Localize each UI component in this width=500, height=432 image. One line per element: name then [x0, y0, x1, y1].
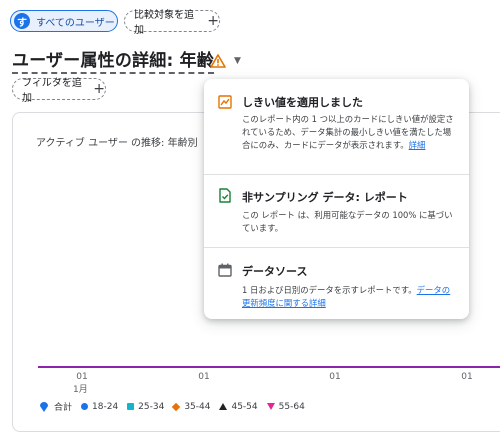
sampling-body: この レポート は、利用可能なデータの 100% に基づいています。	[242, 210, 453, 233]
sampling-heading: 非サンプリング データ: レポート	[242, 191, 408, 204]
divider	[204, 247, 469, 248]
threshold-heading: しきい値を適用しました	[242, 96, 363, 109]
square-marker-icon	[127, 403, 135, 410]
legend-label: 25-34	[138, 401, 165, 412]
series-line	[38, 366, 500, 368]
audience-chip[interactable]: す すべてのユーザー	[10, 10, 118, 32]
legend-label: 55-64	[278, 401, 305, 412]
circle-marker-icon	[81, 403, 89, 410]
audience-chip-label: すべてのユーザー	[36, 17, 115, 29]
add-comparison-button[interactable]: 比較対象を追加 +	[124, 10, 220, 36]
legend-item-35-44[interactable]: 35-44	[172, 401, 211, 412]
x-tick-month: 1月	[73, 385, 88, 395]
datasource-heading: データソース	[242, 265, 308, 278]
divider	[204, 174, 469, 175]
data-quality-popover: しきい値を適用しました このレポート内の 1 つ以上のカードにしきい値が設定され…	[204, 79, 469, 319]
threshold-body: このレポート内の 1 つ以上のカードにしきい値が設定されているため、データ集計の…	[242, 113, 456, 152]
legend-label: 35-44	[184, 401, 211, 412]
legend-item-18-24[interactable]: 18-24	[81, 402, 118, 412]
legend-item-total[interactable]: 合計	[38, 400, 72, 413]
add-filter-button[interactable]: フィルタを追加 +	[12, 78, 106, 104]
add-filter-label: フィルタを追加	[22, 78, 82, 104]
x-tick: 01	[461, 372, 473, 382]
triangle-up-marker-icon	[219, 403, 228, 410]
data-quality-button[interactable]: ▼	[208, 50, 246, 72]
chart-icon	[218, 95, 232, 109]
plus-icon: +	[207, 13, 219, 29]
chart-title: アクティブ ユーザー の推移: 年齢別	[36, 138, 198, 149]
legend-label: 合計	[54, 403, 73, 413]
datasource-text: 1 日および日別のデータを示すレポートです。	[242, 285, 417, 295]
chevron-down-icon: ▼	[234, 56, 241, 66]
calendar-icon	[218, 263, 232, 277]
total-pin-icon	[40, 401, 48, 412]
x-tick: 01	[329, 372, 341, 382]
chart-legend: 合計 18-24 25-34 35-44 45-54 55-64	[38, 400, 314, 413]
plus-icon: +	[93, 81, 105, 97]
check-file-icon	[219, 188, 231, 203]
legend-label: 45-54	[231, 401, 258, 412]
top-bar: す すべてのユーザー 比較対象を追加 +	[0, 0, 500, 40]
warning-icon	[210, 54, 226, 68]
x-tick: 01	[198, 372, 210, 382]
legend-label: 18-24	[92, 401, 119, 412]
legend-item-25-34[interactable]: 25-34	[127, 402, 164, 412]
avatar: す	[14, 13, 30, 29]
title-row: ユーザー属性の詳細: 年齢	[12, 46, 214, 74]
threshold-learn-more-link[interactable]: 詳細	[409, 140, 426, 150]
legend-item-55-64[interactable]: 55-64	[266, 401, 305, 412]
page-title: ユーザー属性の詳細: 年齢	[12, 46, 214, 74]
diamond-marker-icon	[172, 402, 181, 411]
x-tick: 01	[76, 372, 88, 382]
triangle-down-marker-icon	[266, 403, 275, 410]
legend-item-45-54[interactable]: 45-54	[219, 401, 258, 412]
add-comparison-label: 比較対象を追加	[134, 10, 194, 36]
datasource-body: 1 日および日別のデータを示すレポートです。データの更新頻度に関する詳細	[242, 284, 456, 310]
